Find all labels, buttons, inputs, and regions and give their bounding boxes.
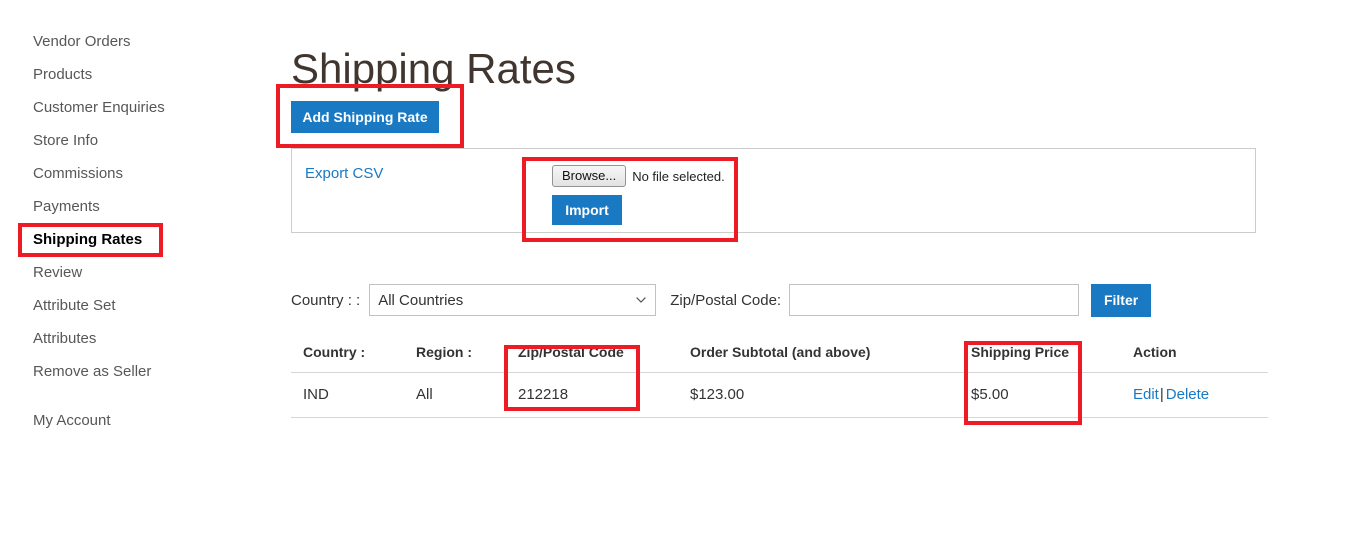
sidebar-item-attributes[interactable]: Attributes: [33, 330, 96, 348]
page-root: Vendor Orders Products Customer Enquirie…: [0, 0, 1359, 558]
column-header-zip-postal-code: Zip/Postal Code: [518, 338, 690, 373]
column-header-country: Country :: [291, 338, 416, 373]
country-filter-label: Country : :: [291, 291, 361, 309]
sidebar-item-customer-enquiries[interactable]: Customer Enquiries: [33, 99, 165, 117]
cell-country: IND: [291, 372, 416, 418]
column-header-shipping-price: Shipping Price: [971, 338, 1133, 373]
cell-action: Edit| Delete: [1133, 372, 1268, 418]
zip-postal-code-input[interactable]: [789, 284, 1080, 316]
sidebar-item-remove-as-seller[interactable]: Remove as Seller: [33, 363, 151, 381]
main-content: Shipping Rates Add Shipping Rate Export …: [291, 0, 1359, 558]
cell-region: All: [416, 372, 518, 418]
cell-shipping-price: $5.00: [971, 372, 1133, 418]
column-header-region: Region :: [416, 338, 518, 373]
sidebar-item-review[interactable]: Review: [33, 264, 82, 282]
filter-button[interactable]: Filter: [1091, 283, 1152, 317]
cell-zip-postal-code: 212218: [518, 372, 690, 418]
table-head: Country : Region : Zip/Postal Code Order…: [291, 338, 1268, 373]
sidebar-item-store-info[interactable]: Store Info: [33, 132, 98, 150]
delete-link[interactable]: Delete: [1166, 386, 1209, 403]
table-body: IND All 212218 $123.00 $5.00 Edit| Delete: [291, 372, 1268, 418]
import-button[interactable]: Import: [552, 195, 622, 225]
export-csv-link[interactable]: Export CSV: [305, 165, 383, 182]
sidebar-item-commissions[interactable]: Commissions: [33, 165, 123, 183]
shipping-rates-table: Country : Region : Zip/Postal Code Order…: [291, 338, 1268, 418]
sidebar-item-shipping-rates[interactable]: Shipping Rates: [33, 231, 142, 249]
file-status-label: No file selected.: [632, 168, 725, 184]
column-header-action: Action: [1133, 338, 1268, 373]
sidebar-item-payments[interactable]: Payments: [33, 198, 100, 216]
sidebar-item-vendor-orders[interactable]: Vendor Orders: [33, 33, 131, 51]
country-select[interactable]: All Countries: [369, 284, 657, 316]
page-title: Shipping Rates: [291, 45, 576, 93]
zip-postal-code-filter-label: Zip/Postal Code:: [670, 291, 782, 309]
cell-order-subtotal: $123.00: [690, 372, 971, 418]
column-header-order-subtotal: Order Subtotal (and above): [690, 338, 971, 373]
table-row: IND All 212218 $123.00 $5.00 Edit| Delete: [291, 372, 1268, 418]
add-shipping-rate-button[interactable]: Add Shipping Rate: [291, 101, 439, 133]
action-separator: |: [1159, 386, 1164, 403]
edit-link[interactable]: Edit: [1133, 386, 1159, 403]
sidebar-item-products[interactable]: Products: [33, 66, 92, 84]
filter-bar: Country : : All Countries Zip/Postal Cod…: [291, 281, 1152, 319]
sidebar-item-attribute-set[interactable]: Attribute Set: [33, 297, 116, 315]
file-upload-row: Browse... No file selected.: [552, 165, 725, 187]
import-export-panel: Export CSV Browse... No file selected. I…: [291, 148, 1256, 233]
country-select-wrapper: All Countries: [360, 284, 657, 316]
table-header-row: Country : Region : Zip/Postal Code Order…: [291, 338, 1268, 373]
sidebar-item-my-account[interactable]: My Account: [33, 412, 111, 430]
browse-file-button[interactable]: Browse...: [552, 165, 627, 187]
sidebar-navigation: Vendor Orders Products Customer Enquirie…: [0, 0, 280, 558]
